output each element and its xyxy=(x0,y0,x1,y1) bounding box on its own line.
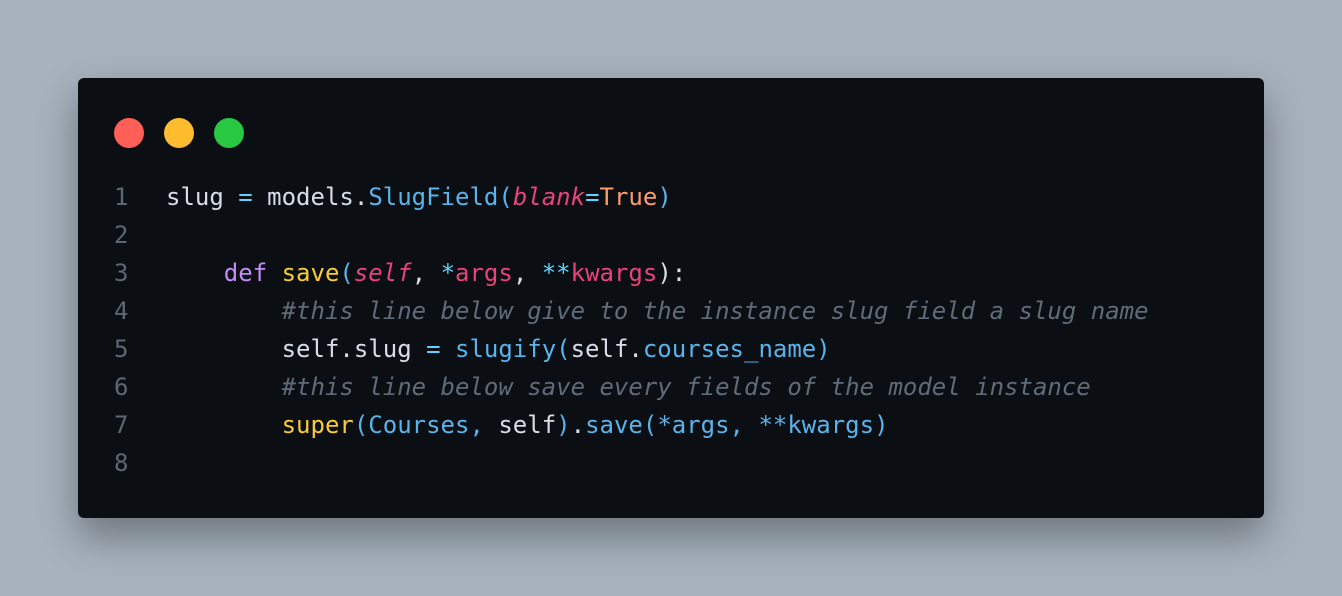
code-block: 1 slug = models.SlugField(blank=True) 2 3 d… xyxy=(78,178,1264,482)
code-token: courses_name xyxy=(642,335,817,363)
code-token: save xyxy=(585,411,643,439)
code-text: def save(self, *args, **kwargs): xyxy=(166,254,686,292)
line-number: 4 xyxy=(114,297,129,325)
code-token: #this line below give to the instance sl… xyxy=(281,297,1149,325)
code-token: self xyxy=(353,259,412,287)
minimize-dot-icon[interactable] xyxy=(164,118,194,148)
code-token: ** xyxy=(541,259,571,287)
code-token: . xyxy=(628,335,643,363)
code-token: slug xyxy=(353,335,412,363)
code-token: ( xyxy=(556,335,571,363)
close-dot-icon[interactable] xyxy=(114,118,144,148)
maximize-dot-icon[interactable] xyxy=(214,118,244,148)
code-token: self xyxy=(498,411,557,439)
code-token: True xyxy=(599,183,658,211)
code-token: #this line below save every fields of th… xyxy=(281,373,1091,401)
code-line: 3 def save(self, *args, **kwargs): xyxy=(78,254,1264,292)
code-token: = xyxy=(223,183,268,211)
code-token: ( xyxy=(339,259,354,287)
code-token: ): xyxy=(657,259,687,287)
line-number: 8 xyxy=(114,449,129,477)
code-token: *args, **kwargs xyxy=(657,411,875,439)
code-token: blank xyxy=(512,183,586,211)
code-window: 1 slug = models.SlugField(blank=True) 2 3 d… xyxy=(78,78,1264,518)
code-line: 6 #this line below save every fields of … xyxy=(78,368,1264,406)
code-token: kwargs xyxy=(570,259,658,287)
code-token: super xyxy=(281,411,354,439)
code-token: , xyxy=(411,259,441,287)
line-number: 3 xyxy=(114,259,129,287)
code-token: models xyxy=(267,183,354,211)
code-token: ) xyxy=(816,335,831,363)
code-token: self xyxy=(570,335,629,363)
code-text: #this line below give to the instance sl… xyxy=(166,292,1149,330)
code-token: , xyxy=(469,411,499,439)
code-token: slug xyxy=(166,183,224,211)
code-text: #this line below save every fields of th… xyxy=(166,368,1091,406)
code-line: 1 slug = models.SlugField(blank=True) xyxy=(78,178,1264,216)
code-token: , xyxy=(512,259,542,287)
code-token: = xyxy=(411,335,455,363)
line-number: 7 xyxy=(114,411,129,439)
code-token: . xyxy=(339,335,354,363)
code-line: 7 super(Courses, self).save(*args, **kwa… xyxy=(78,406,1264,444)
code-token: ( xyxy=(642,411,658,439)
code-token: ) xyxy=(874,411,889,439)
code-token: ) xyxy=(657,183,672,211)
code-line: 4 #this line below give to the instance … xyxy=(78,292,1264,330)
code-token: slugify xyxy=(455,335,557,363)
code-token: ( xyxy=(498,183,513,211)
code-text: super(Courses, self).save(*args, **kwarg… xyxy=(166,406,889,444)
code-text: slug = models.SlugField(blank=True) xyxy=(166,178,672,216)
code-token: def xyxy=(223,259,268,287)
code-token: ) xyxy=(556,411,571,439)
code-text: self.slug = slugify(self.courses_name) xyxy=(166,330,831,368)
code-token: save xyxy=(281,259,340,287)
code-token: = xyxy=(585,183,600,211)
line-number: 5 xyxy=(114,335,129,363)
code-token: ( xyxy=(353,411,369,439)
code-token: self xyxy=(281,335,340,363)
line-number: 2 xyxy=(114,221,129,249)
line-number: 1 xyxy=(114,183,129,211)
code-token: args xyxy=(455,259,513,287)
code-token: . xyxy=(353,183,369,211)
code-line: 8 xyxy=(78,444,1264,482)
code-token: SlugField xyxy=(368,183,499,211)
code-line: 2 xyxy=(78,216,1264,254)
code-token: Courses xyxy=(368,411,470,439)
code-token: . xyxy=(570,411,586,439)
code-line: 5 self.slug = slugify(self.courses_name) xyxy=(78,330,1264,368)
line-number: 6 xyxy=(114,373,129,401)
code-token: * xyxy=(440,259,456,287)
